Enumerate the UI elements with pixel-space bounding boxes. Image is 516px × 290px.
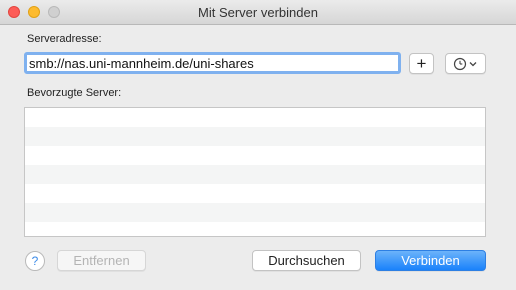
list-row: [25, 127, 485, 146]
help-button[interactable]: ?: [25, 251, 45, 271]
list-row: [25, 184, 485, 203]
list-row: [25, 165, 485, 184]
favorite-servers-label: Bevorzugte Server:: [27, 87, 122, 99]
help-icon: ?: [31, 254, 39, 268]
favorite-servers-list[interactable]: [24, 107, 486, 237]
list-row: [25, 108, 485, 127]
recent-servers-button[interactable]: [445, 53, 486, 74]
clock-icon: [453, 57, 466, 70]
list-row: [25, 222, 485, 236]
server-address-input[interactable]: [24, 52, 401, 74]
list-row: [25, 203, 485, 222]
chevron-down-icon: [469, 61, 476, 66]
title-bar: Mit Server verbinden: [0, 0, 516, 25]
connect-button[interactable]: Verbinden: [375, 250, 486, 271]
server-address-label: Serveradresse:: [27, 33, 102, 45]
plus-icon: +: [416, 54, 427, 73]
browse-button[interactable]: Durchsuchen: [252, 250, 361, 271]
remove-button: Entfernen: [57, 250, 146, 271]
add-favorite-button[interactable]: +: [409, 53, 434, 74]
list-row: [25, 146, 485, 165]
window-title: Mit Server verbinden: [198, 5, 318, 20]
